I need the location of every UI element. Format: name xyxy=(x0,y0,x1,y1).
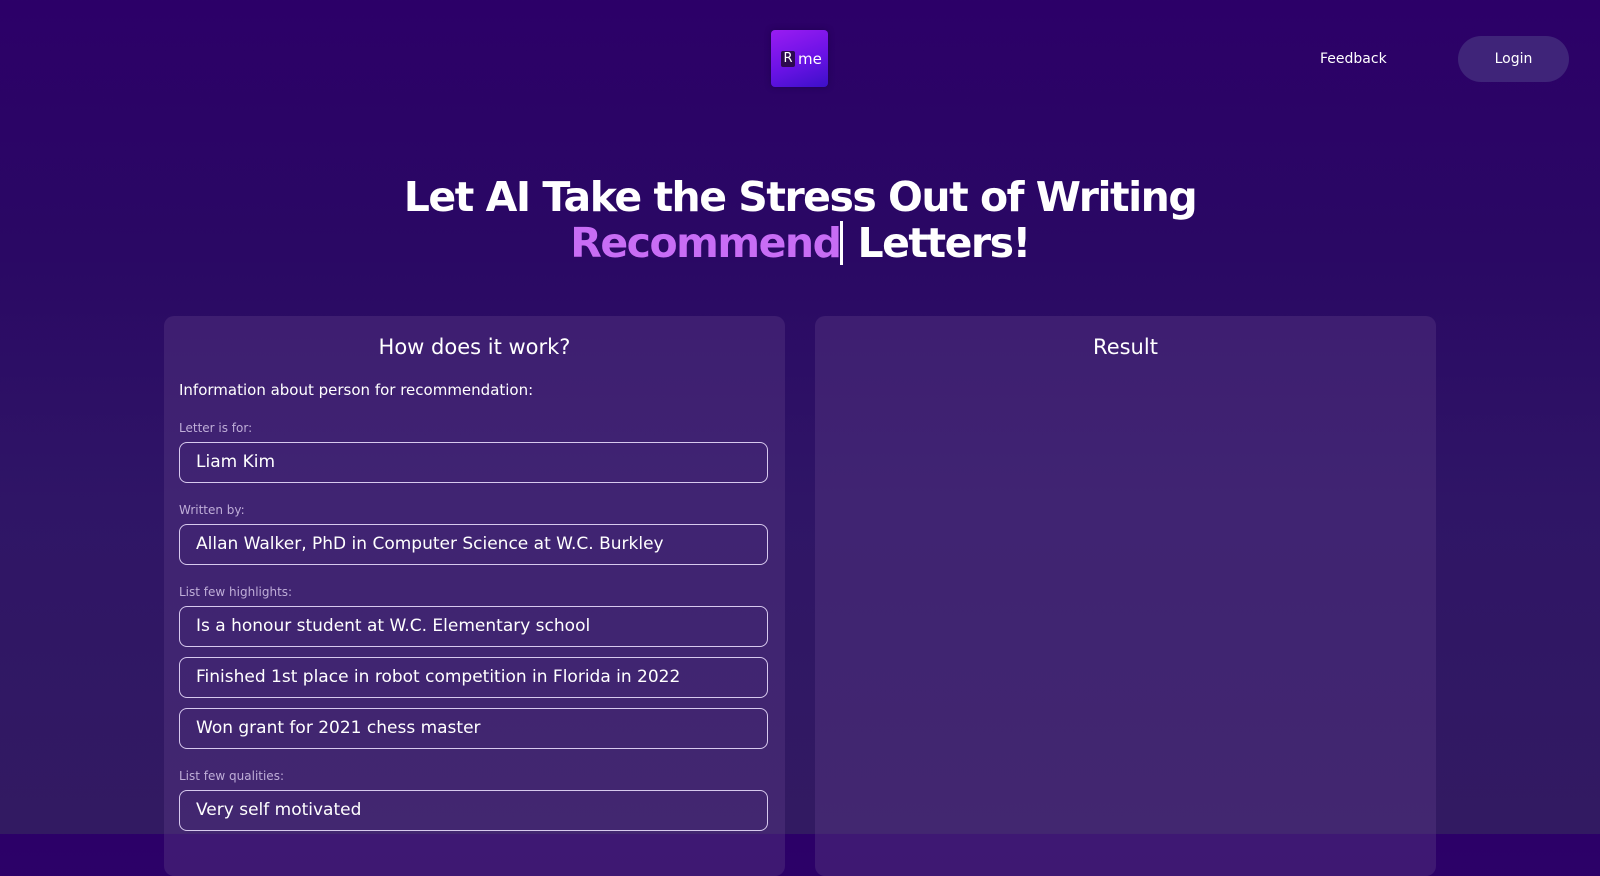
letter-for-label: Letter is for: xyxy=(179,421,253,435)
rme-logo[interactable]: R me xyxy=(771,30,828,87)
logo-me-text: me xyxy=(798,50,822,68)
logo-r-glyph: R xyxy=(781,51,795,67)
hero-typed-word: Recommend xyxy=(570,219,842,267)
written-by-input[interactable]: Allan Walker, PhD in Computer Science at… xyxy=(179,524,768,565)
how-it-works-panel: How does it work? Information about pers… xyxy=(164,316,785,876)
feedback-link[interactable]: Feedback xyxy=(1320,48,1387,70)
highlight-input-3[interactable]: Won grant for 2021 chess master xyxy=(179,708,768,749)
hero-line-2-rest: Letters! xyxy=(857,219,1031,267)
result-title: Result xyxy=(1093,335,1158,359)
hero-line-2: Recommend Letters! xyxy=(0,220,1600,266)
highlight-input-1[interactable]: Is a honour student at W.C. Elementary s… xyxy=(179,606,768,647)
qualities-label: List few qualities: xyxy=(179,769,284,783)
hero-heading: Let AI Take the Stress Out of Writing Re… xyxy=(0,174,1600,266)
highlight-input-2[interactable]: Finished 1st place in robot competition … xyxy=(179,657,768,698)
section-label: Information about person for recommendat… xyxy=(179,381,534,399)
top-header: R me Feedback Login xyxy=(0,0,1600,120)
hero-line-1: Let AI Take the Stress Out of Writing xyxy=(403,173,1198,221)
highlights-label: List few highlights: xyxy=(179,585,293,599)
written-by-label: Written by: xyxy=(179,503,245,517)
result-panel: Result xyxy=(815,316,1436,876)
login-button[interactable]: Login xyxy=(1458,36,1569,82)
letter-for-input[interactable]: Liam Kim xyxy=(179,442,768,483)
typing-cursor xyxy=(840,221,844,265)
panel-title: How does it work? xyxy=(378,335,571,359)
quality-input-1[interactable]: Very self motivated xyxy=(179,790,768,831)
